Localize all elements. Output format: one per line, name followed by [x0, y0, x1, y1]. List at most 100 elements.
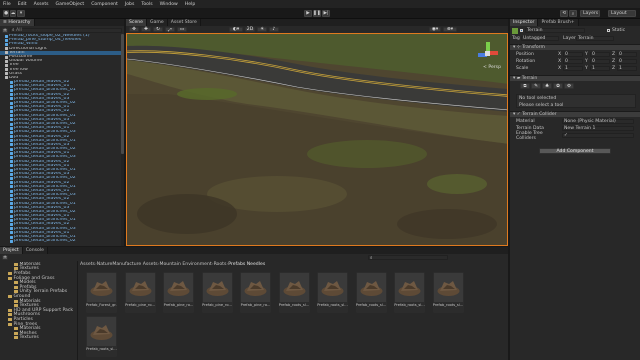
main-toolbar: ● ☁ ▾ ▶ ❚❚ ▶| ⟲ ⌕ Layers Layout — [0, 8, 640, 19]
tab-bottom-console[interactable]: Console — [22, 247, 48, 254]
scale-tool-button[interactable]: ⤢ — [165, 27, 175, 33]
gizmo-center[interactable] — [485, 51, 490, 56]
tab-bottom-project[interactable]: Project — [0, 247, 23, 254]
cloud-icon[interactable]: ☁ — [10, 10, 16, 17]
terrain-tool-neighbors[interactable]: ⧉ — [520, 83, 530, 89]
transform-x-field[interactable]: 0 — [563, 59, 583, 64]
search-icon[interactable]: ⌕ — [569, 10, 577, 17]
add-object-button[interactable]: + — [2, 27, 8, 33]
step-button[interactable]: ▶| — [322, 10, 330, 17]
menu-item-file[interactable]: File — [3, 2, 11, 7]
asset-thumbnail[interactable]: Prefab_roots_sl... — [394, 272, 425, 313]
layer-dropdown[interactable]: Terrain — [576, 36, 614, 41]
transform-header[interactable]: ▾ ⊹ Transform — [510, 44, 640, 50]
transform-y-field[interactable]: 0 — [590, 59, 610, 64]
gizmos-dropdown[interactable]: ⊕▾ — [443, 27, 457, 32]
transform-z-field[interactable]: 0 — [617, 59, 637, 64]
tab-inspector-prefab-brush-[interactable]: Prefab Brush+ — [538, 19, 579, 26]
terrain-tool-settings[interactable]: ⚙ — [564, 83, 574, 89]
shading-mode-dropdown[interactable]: ◐▾ — [229, 27, 243, 32]
asset-thumbnail[interactable]: Prefab_roots_sl... — [278, 272, 310, 313]
static-label: Static — [612, 28, 626, 33]
camera-settings-button[interactable]: ◉▾ — [429, 27, 441, 32]
folder-icon — [8, 313, 12, 317]
rect-tool-button[interactable]: ▭ — [177, 27, 187, 32]
account-icon[interactable]: ● — [3, 10, 9, 17]
view-orientation-gizmo[interactable] — [477, 42, 499, 64]
menu-item-gameobject[interactable]: GameObject — [56, 2, 85, 7]
breadcrumb-item[interactable]: Roots — [214, 262, 227, 267]
object-name-field[interactable]: Terrain — [525, 28, 585, 33]
layer-label: Layer — [563, 36, 576, 41]
project-search-input[interactable]: ⌕ — [368, 255, 448, 261]
play-button[interactable]: ▶ — [304, 10, 312, 17]
breadcrumb-item[interactable]: Mountain Environment — [160, 262, 212, 267]
persp-label[interactable]: < Persp — [483, 65, 501, 70]
hierarchy-item[interactable]: prefab_detail_branches_02 — [0, 239, 124, 243]
hierarchy-search-input[interactable]: ⌕ All — [10, 27, 122, 33]
2d-toggle[interactable]: 2D — [245, 27, 255, 32]
transform-y-field[interactable]: 1 — [590, 66, 610, 71]
asset-thumbnail[interactable]: Prefab_pine_ro... — [124, 272, 156, 313]
menu-item-component[interactable]: Component — [91, 2, 118, 7]
move-tool-button[interactable]: ✚ — [141, 27, 151, 32]
menu-item-jobs[interactable]: Jobs — [125, 2, 134, 7]
terrain-tool-paint[interactable]: ✎ — [531, 83, 541, 89]
menu-item-window[interactable]: Window — [160, 2, 178, 7]
transform-z-field[interactable]: 0 — [617, 52, 637, 57]
asset-thumbnail[interactable]: Prefab_pine_ro... — [163, 272, 194, 313]
collab-icon[interactable]: ▾ — [17, 10, 25, 17]
asset-thumbnail[interactable]: Prefab_Forest_gr... — [86, 272, 117, 313]
collider-value: New Terrain 1 — [564, 126, 596, 131]
audio-toggle[interactable]: ♪ — [269, 27, 279, 32]
create-asset-button[interactable]: + — [2, 255, 8, 260]
tab-scene-game[interactable]: Game — [147, 19, 168, 26]
breadcrumb-item[interactable]: NatureManufacture Assets — [97, 262, 158, 267]
tag-dropdown[interactable]: Untagged — [521, 36, 559, 41]
scene-viewport[interactable]: < Persp — [126, 33, 508, 246]
menu-item-assets[interactable]: Assets — [34, 2, 49, 7]
active-checkbox[interactable] — [520, 29, 523, 32]
layers-dropdown[interactable]: Layers — [580, 10, 600, 17]
transform-x-field[interactable]: 1 — [563, 66, 583, 71]
terrain-tool-details[interactable]: ✿ — [553, 83, 563, 89]
static-checkbox[interactable] — [607, 29, 610, 32]
transform-icon: ▾ ⊹ — [513, 45, 523, 50]
hierarchy-scroll-thumb[interactable] — [121, 34, 124, 154]
tab-scene-asset-store[interactable]: Asset Store — [167, 19, 201, 26]
collider-value-field[interactable]: ✓ — [562, 133, 634, 138]
pause-button[interactable]: ❚❚ — [313, 10, 321, 17]
asset-thumbnail[interactable]: Prefab_roots_sl... — [317, 272, 348, 313]
transform-y-field[interactable]: 0 — [590, 52, 610, 57]
asset-thumbnail[interactable]: Prefab_roots_sl... — [86, 316, 117, 357]
rotate-tool-button[interactable]: ↻ — [153, 27, 163, 32]
collider-value-field[interactable]: New Terrain 1 — [562, 126, 634, 131]
asset-label: Prefab_pine_ro... — [125, 303, 155, 307]
tab-inspector-inspector[interactable]: Inspector — [510, 19, 539, 26]
transform-z-field[interactable]: 1 — [617, 66, 637, 71]
add-component-button[interactable]: Add Component — [539, 148, 611, 154]
menu-item-edit[interactable]: Edit — [18, 2, 27, 7]
hierarchy-scrollbar[interactable] — [121, 34, 124, 246]
terrain-collider-header[interactable]: ▾ ✓ Terrain Collider — [510, 111, 640, 117]
breadcrumb-item[interactable]: Prefabs Needles — [228, 262, 265, 267]
collider-value-field[interactable]: None (Physic Material) — [562, 119, 634, 124]
asset-thumbnail[interactable]: Prefab_roots_sl... — [432, 272, 464, 313]
tab-hierarchy[interactable]: ≡ Hierarchy — [0, 19, 35, 26]
project-folder-item[interactable]: Textures — [0, 335, 76, 340]
terrain-header[interactable]: ▾ ▰ Terrain — [510, 75, 640, 81]
lighting-toggle[interactable]: ☀ — [257, 27, 267, 32]
layout-dropdown[interactable]: Layout — [608, 10, 636, 17]
asset-thumbnail[interactable]: Prefab_pine_ro... — [240, 272, 271, 313]
asset-thumbnail[interactable]: Prefab_pine_ro... — [201, 272, 233, 313]
transform-x-field[interactable]: 0 — [563, 52, 583, 57]
tab-scene-scene[interactable]: Scene — [126, 19, 148, 26]
asset-thumbnail[interactable]: Prefab_roots_sl... — [355, 272, 387, 313]
breadcrumb-item[interactable]: Assets — [80, 262, 95, 267]
menu-item-help[interactable]: Help — [185, 2, 195, 7]
terrain-tool-trees[interactable]: ♣ — [542, 83, 552, 89]
gameobject-icon — [10, 147, 13, 151]
history-icon[interactable]: ⟲ — [560, 10, 568, 17]
menu-item-tools[interactable]: Tools — [141, 2, 152, 7]
hand-tool-button[interactable]: ✥ — [129, 27, 139, 32]
